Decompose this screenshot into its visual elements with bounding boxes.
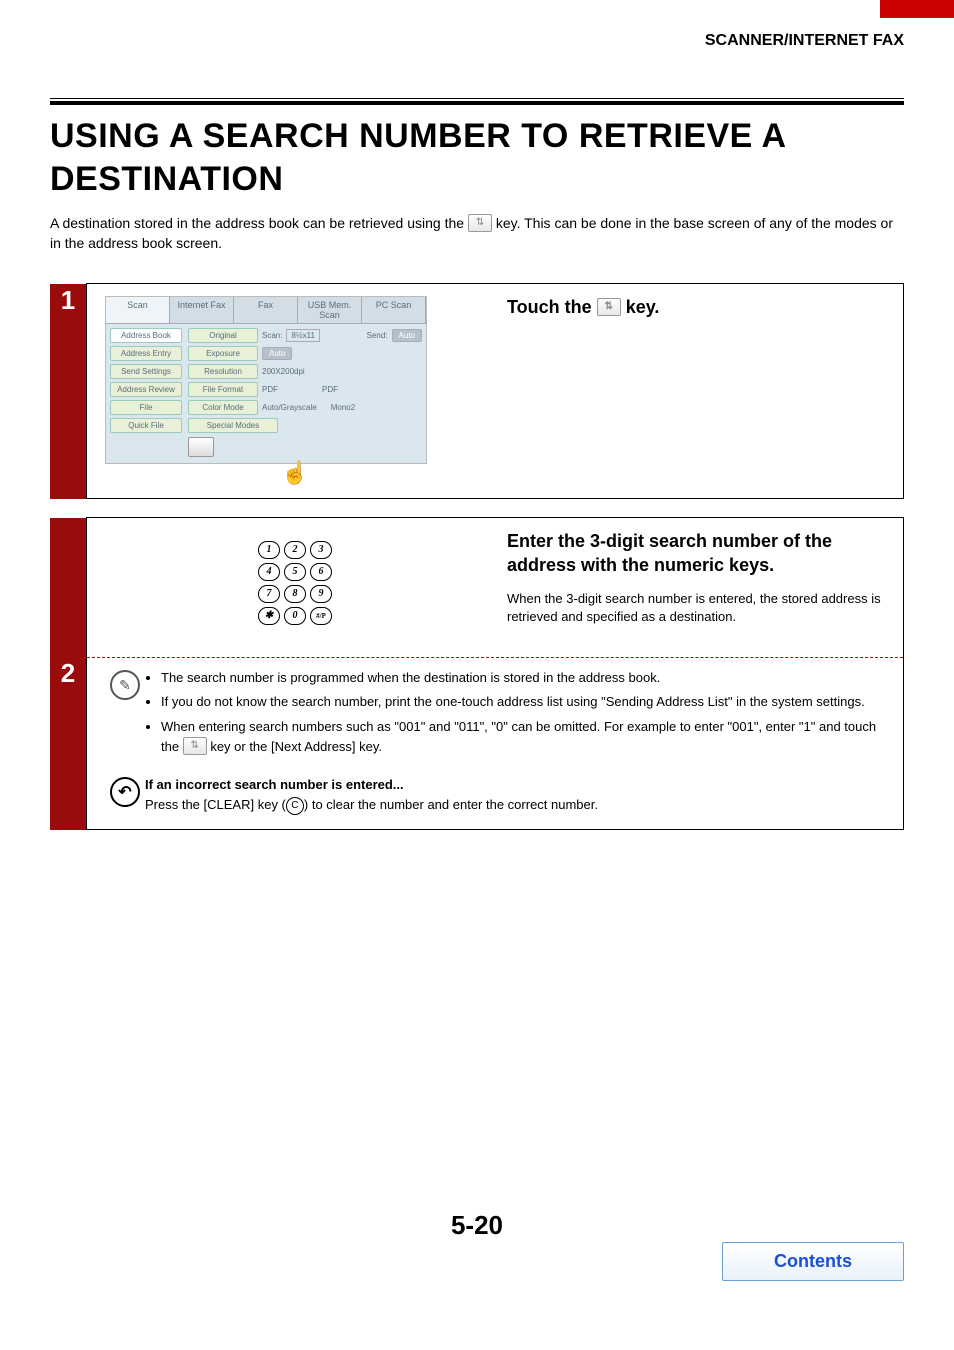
- contents-button[interactable]: Contents: [722, 1242, 904, 1281]
- numeric-keypad: 1 2 3 4 5 6 7 8: [255, 541, 335, 629]
- note-block-incorrect: ↶ If an incorrect search number is enter…: [87, 775, 903, 829]
- side-address-book[interactable]: Address Book: [110, 328, 182, 343]
- key-9[interactable]: 9: [310, 585, 332, 603]
- side-quick-file[interactable]: Quick File: [110, 418, 182, 433]
- lab-resolution[interactable]: Resolution: [188, 364, 258, 379]
- key-star[interactable]: ✱: [258, 607, 280, 625]
- rule-thin: [50, 98, 904, 99]
- page-number: 5-20: [50, 1210, 904, 1241]
- sort-key-icon: ⇅: [468, 214, 492, 232]
- accent-strip: [880, 0, 954, 18]
- sort-key-icon: ⇅: [597, 298, 621, 316]
- val-exposure: Auto: [262, 347, 292, 360]
- tab-scan[interactable]: Scan: [106, 297, 170, 323]
- step-1-heading: Touch the ⇅ key.: [507, 296, 885, 319]
- bullet-3: When entering search numbers such as "00…: [161, 717, 885, 757]
- key-hash[interactable]: #/P: [310, 607, 332, 625]
- val-resolution: 200X200dpi: [262, 367, 305, 376]
- incorrect-after: ) to clear the number and enter the corr…: [304, 797, 598, 812]
- val-ff1: PDF: [262, 385, 278, 394]
- key-0[interactable]: 0: [284, 607, 306, 625]
- undo-icon: ↶: [110, 777, 140, 807]
- bullet-1: The search number is programmed when the…: [161, 668, 885, 688]
- key-8[interactable]: 8: [284, 585, 306, 603]
- step-2-body: When the 3-digit search number is entere…: [507, 590, 885, 626]
- side-address-entry[interactable]: Address Entry: [110, 346, 182, 361]
- side-address-review[interactable]: Address Review: [110, 382, 182, 397]
- intro-before: A destination stored in the address book…: [50, 215, 468, 231]
- lab-special[interactable]: Special Modes: [188, 418, 278, 433]
- val-ff2: PDF: [322, 385, 338, 394]
- clear-key-icon: C: [286, 797, 304, 815]
- tab-usb[interactable]: USB Mem. Scan: [298, 297, 362, 323]
- tab-ifax[interactable]: Internet Fax: [170, 297, 234, 323]
- lab-fileformat[interactable]: File Format: [188, 382, 258, 397]
- page-title: USING A SEARCH NUMBER TO RETRIEVE A DEST…: [50, 115, 904, 200]
- val-cm1: Auto/Grayscale: [262, 403, 317, 412]
- step-2-heading: Enter the 3-digit search number of the a…: [507, 530, 885, 577]
- incorrect-title: If an incorrect search number is entered…: [145, 775, 885, 795]
- val-send[interactable]: Auto: [392, 329, 422, 342]
- key-7[interactable]: 7: [258, 585, 280, 603]
- lab-original[interactable]: Original: [188, 328, 258, 343]
- note-block-tips: ✎ The search number is programmed when t…: [87, 668, 903, 775]
- step-1-number: 1: [50, 284, 87, 499]
- intro-paragraph: A destination stored in the address book…: [50, 214, 904, 253]
- touchscreen-mock: Scan Internet Fax Fax USB Mem. Scan PC S…: [105, 296, 427, 464]
- step-1-table: 1 Scan Internet Fax Fax USB Mem. Scan PC…: [50, 283, 904, 499]
- val-cm2: Mono2: [331, 403, 355, 412]
- section-header: SCANNER/INTERNET FAX: [50, 18, 904, 58]
- sort-key-icon: ⇅: [183, 737, 207, 755]
- side-send-settings[interactable]: Send Settings: [110, 364, 182, 379]
- lab-exposure[interactable]: Exposure: [188, 346, 258, 361]
- tab-fax[interactable]: Fax: [234, 297, 298, 323]
- step-2-table: 2 1 2 3 4 5 6: [50, 517, 904, 830]
- val-scan: 8½x11: [286, 329, 319, 342]
- val-send-label: Send:: [367, 331, 388, 340]
- dashed-separator: [87, 657, 903, 658]
- side-file[interactable]: File: [110, 400, 182, 415]
- incorrect-body: Press the [CLEAR] key (C) to clear the n…: [145, 795, 885, 815]
- step-2-number: 2: [50, 518, 87, 830]
- finger-pointer-icon: ☝: [105, 460, 485, 486]
- key-6[interactable]: 6: [310, 563, 332, 581]
- lab-colormode[interactable]: Color Mode: [188, 400, 258, 415]
- bullet-2: If you do not know the search number, pr…: [161, 692, 885, 712]
- key-1[interactable]: 1: [258, 541, 280, 559]
- key-5[interactable]: 5: [284, 563, 306, 581]
- pencil-icon: ✎: [110, 670, 140, 700]
- key-3[interactable]: 3: [310, 541, 332, 559]
- s1-h-before: Touch the: [507, 297, 597, 317]
- bullet-3-after: key or the [Next Address] key.: [210, 739, 382, 754]
- sort-key-button[interactable]: [188, 437, 214, 457]
- key-4[interactable]: 4: [258, 563, 280, 581]
- rule-thick: [50, 101, 904, 105]
- tab-pcscan[interactable]: PC Scan: [362, 297, 426, 323]
- s1-h-after: key.: [626, 297, 660, 317]
- val-scan-label: Scan:: [262, 331, 282, 340]
- key-2[interactable]: 2: [284, 541, 306, 559]
- incorrect-before: Press the [CLEAR] key (: [145, 797, 286, 812]
